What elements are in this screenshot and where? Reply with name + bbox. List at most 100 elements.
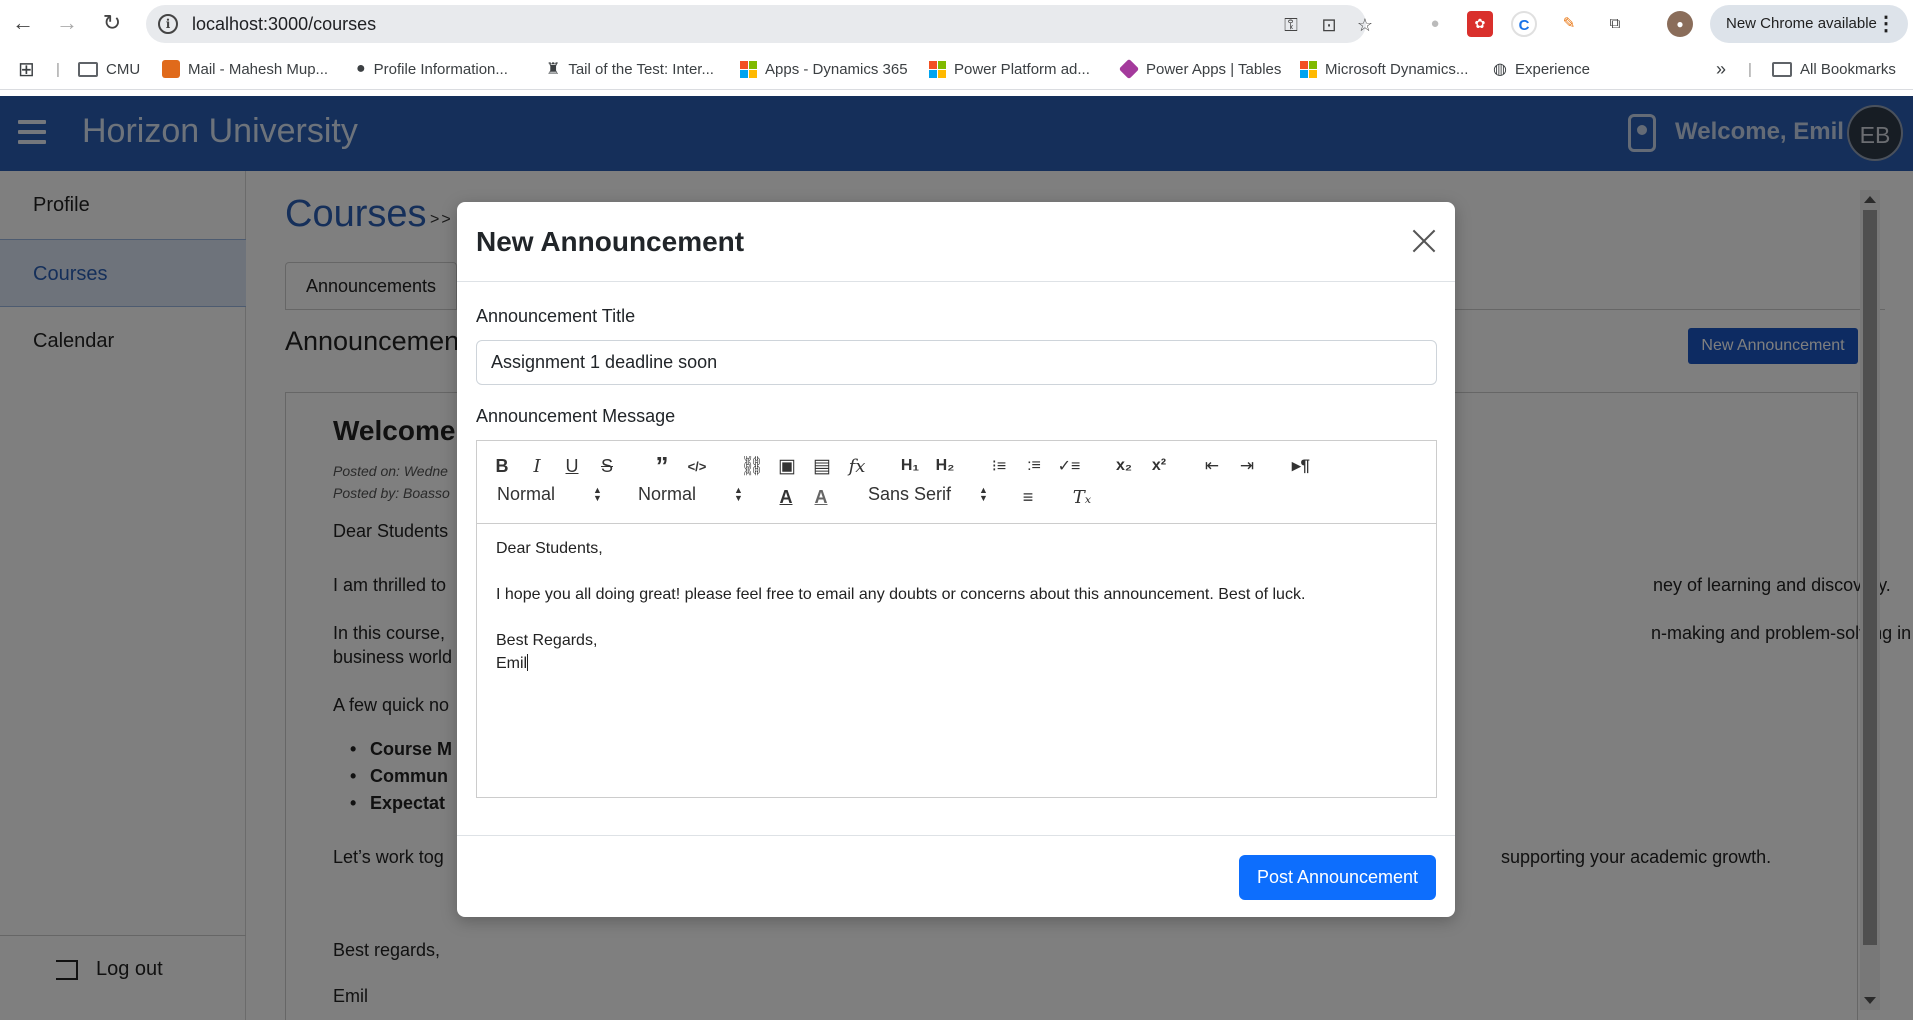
address-bar[interactable]: i localhost:3000/courses ⚿ ⊡ ☆: [146, 5, 1373, 43]
bookmark-label: Apps - Dynamics 365: [765, 60, 908, 78]
microsoft-icon: [929, 60, 946, 78]
profile-avatar-icon[interactable]: ●: [1667, 11, 1693, 37]
bookmark-label: Profile Information...: [373, 60, 508, 78]
message-field-label: Announcement Message: [476, 406, 676, 426]
all-bookmarks-item[interactable]: All Bookmarks: [1772, 58, 1896, 80]
bookmark-item[interactable]: ♜ Tail of the Test: Inter...: [546, 58, 714, 80]
background-color-icon[interactable]: A: [810, 486, 832, 508]
bookmark-divider: |: [1748, 60, 1752, 78]
size-select[interactable]: Normal ▲ ▼: [638, 484, 748, 505]
title-field-label: Announcement Title: [476, 306, 636, 326]
header-select[interactable]: Normal ▲ ▼: [497, 484, 607, 505]
outdent-icon[interactable]: ⇤: [1200, 455, 1224, 477]
password-key-icon[interactable]: ⚿: [1280, 14, 1302, 36]
modal-header: New Announcement: [457, 202, 1455, 282]
bold-icon[interactable]: B: [491, 455, 513, 477]
bookmark-star-icon[interactable]: ☆: [1354, 14, 1376, 36]
bookmark-item[interactable]: CMU: [78, 58, 140, 80]
text-direction-icon[interactable]: ▸¶: [1289, 455, 1313, 477]
bookmark-label: Experience: [1514, 60, 1591, 78]
extension-icon[interactable]: ●: [1422, 11, 1448, 37]
extension-icon[interactable]: ✿: [1467, 11, 1493, 37]
select-arrows-icon: ▲ ▼: [979, 485, 988, 503]
install-app-icon[interactable]: ⊡: [1318, 14, 1340, 36]
text-color-icon[interactable]: A: [775, 486, 797, 508]
powerapps-icon: [1118, 58, 1140, 80]
editor-line: Dear Students,: [496, 540, 603, 557]
header-select-value: Normal: [497, 484, 556, 504]
code-block-icon[interactable]: </>: [686, 455, 708, 477]
bookmark-item[interactable]: ● Profile Information...: [356, 58, 508, 80]
editor-line-last: Emil: [496, 652, 1305, 675]
apps-grid-icon[interactable]: ⊞: [18, 58, 35, 81]
bookmark-label: CMU: [106, 60, 141, 78]
subscript-icon[interactable]: x₂: [1111, 455, 1137, 477]
bookmark-item[interactable]: Apps - Dynamics 365: [740, 58, 908, 80]
rich-text-editor: B I U S ” </> ⛓ ▣ ▤ fx H₁ H₂ ⁝≡ :≡ ✓≡ x₂…: [476, 440, 1437, 798]
microsoft-icon: [740, 60, 757, 78]
bullet-list-icon[interactable]: :≡: [1022, 455, 1046, 477]
underline-icon[interactable]: U: [561, 455, 583, 477]
folder-icon: [78, 61, 98, 77]
reload-icon[interactable]: ↻: [97, 8, 127, 38]
editor-line: [496, 606, 1305, 629]
video-icon[interactable]: ▤: [811, 455, 833, 477]
bookmark-label: Power Platform ad...: [954, 60, 1090, 78]
mail-icon: [162, 60, 180, 78]
bookmark-label: Tail of the Test: Inter...: [568, 60, 714, 78]
size-select-value: Normal: [638, 484, 697, 504]
globe-icon: ◍: [1493, 61, 1507, 78]
browser-toolbar: ← → ↻ i localhost:3000/courses ⚿ ⊡ ☆ ● ✿…: [0, 0, 1913, 48]
blockquote-icon[interactable]: ”: [651, 451, 673, 481]
announcement-title-input[interactable]: [476, 340, 1437, 385]
italic-icon[interactable]: I: [526, 455, 548, 477]
folder-icon: [1772, 61, 1792, 77]
superscript-icon[interactable]: x²: [1146, 455, 1172, 477]
extension-icon[interactable]: ✎: [1556, 11, 1582, 37]
font-select[interactable]: Sans Serif ▲ ▼: [868, 484, 988, 505]
forward-arrow-icon[interactable]: →: [52, 8, 82, 38]
extension-icon[interactable]: C: [1511, 11, 1537, 37]
new-announcement-modal: New Announcement Announcement Title Anno…: [457, 202, 1455, 917]
select-arrows-icon: ▲ ▼: [734, 485, 743, 503]
apple-icon: ●: [356, 60, 366, 77]
bookmarks-bar: ⊞ | CMU Mail - Mahesh Mup... ● Profile I…: [0, 48, 1913, 90]
text-caret: [527, 654, 529, 671]
extensions-puzzle-icon[interactable]: ⧉: [1602, 11, 1628, 37]
bookmark-item[interactable]: Power Apps | Tables: [1118, 58, 1282, 80]
chrome-menu-icon[interactable]: ⋮: [1876, 5, 1896, 43]
ordered-list-icon[interactable]: ⁝≡: [987, 455, 1011, 477]
bookmark-label: Power Apps | Tables: [1146, 60, 1282, 78]
chrome-update-button[interactable]: New Chrome available ⋮: [1710, 5, 1908, 43]
bookmark-item[interactable]: ◍ Experience: [1493, 58, 1590, 80]
back-arrow-icon[interactable]: ←: [8, 8, 38, 38]
link-icon[interactable]: ⛓: [740, 455, 764, 477]
close-icon[interactable]: [1409, 226, 1439, 256]
editor-content[interactable]: Dear Students, I hope you all doing grea…: [496, 537, 1305, 675]
address-url[interactable]: localhost:3000/courses: [192, 14, 376, 35]
bookmark-item[interactable]: Mail - Mahesh Mup...: [162, 58, 328, 80]
bookmark-item[interactable]: Microsoft Dynamics...: [1300, 58, 1468, 80]
heading-1-icon[interactable]: H₁: [897, 455, 923, 477]
bookmark-item[interactable]: Power Platform ad...: [929, 58, 1090, 80]
align-icon[interactable]: ≡: [1017, 486, 1039, 508]
bookmark-label: Microsoft Dynamics...: [1325, 60, 1469, 78]
image-icon[interactable]: ▣: [776, 455, 798, 477]
checklist-icon[interactable]: ✓≡: [1057, 455, 1081, 477]
site-info-icon[interactable]: i: [158, 14, 178, 34]
editor-line: Emil: [496, 655, 528, 672]
clear-format-icon[interactable]: Tₓ: [1071, 486, 1093, 508]
bookmark-label: Mail - Mahesh Mup...: [188, 60, 329, 78]
indent-icon[interactable]: ⇥: [1235, 455, 1259, 477]
editor-line: [496, 560, 1305, 583]
modal-footer-divider: [457, 835, 1455, 836]
more-bookmarks-icon[interactable]: »: [1716, 58, 1726, 80]
heading-2-icon[interactable]: H₂: [932, 455, 958, 477]
editor-line: Best Regards,: [496, 632, 598, 649]
select-arrows-icon: ▲ ▼: [593, 485, 602, 503]
microsoft-icon: [1300, 60, 1317, 78]
strikethrough-icon[interactable]: S: [596, 455, 618, 477]
bookmark-label: All Bookmarks: [1800, 60, 1896, 78]
formula-icon[interactable]: fx: [846, 455, 868, 477]
post-announcement-button[interactable]: Post Announcement: [1239, 855, 1436, 900]
